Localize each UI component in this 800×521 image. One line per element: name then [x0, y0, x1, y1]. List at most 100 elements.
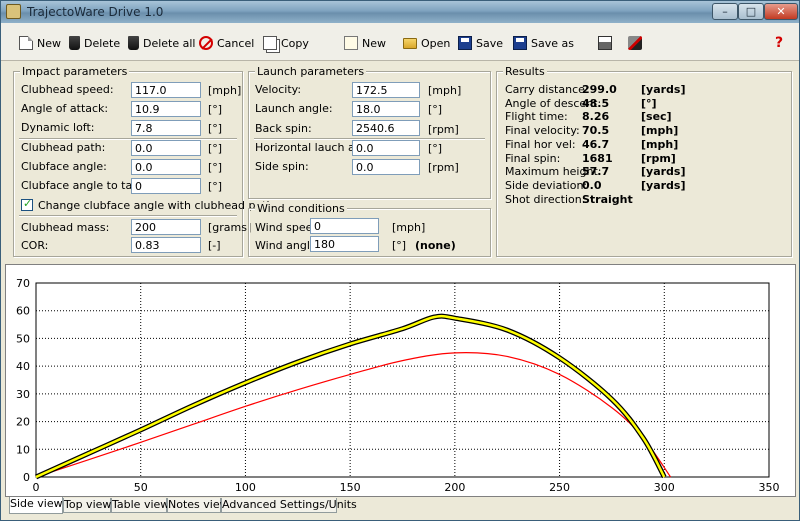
result-key: Side deviation:	[505, 178, 588, 192]
clubface-angle-label: Clubface angle:	[21, 160, 107, 173]
open-button[interactable]: Open	[403, 35, 450, 51]
launch-parameters-title: Launch parameters	[255, 65, 367, 78]
side-spin-field[interactable]	[352, 159, 420, 175]
wind-speed-unit: [mph]	[392, 221, 426, 234]
change-clubface-checkbox[interactable]	[21, 197, 33, 211]
copy-button[interactable]: Copy	[263, 35, 309, 51]
velocity-unit: [mph]	[428, 84, 462, 97]
result-unit: [yards]	[641, 165, 686, 179]
result-value: 48.5	[582, 96, 610, 110]
clubhead-path-label: Clubhead path:	[21, 141, 106, 154]
velocity-field[interactable]	[352, 82, 420, 98]
new-shot-label: New	[37, 36, 61, 50]
clubhead-path-unit: [°]	[208, 142, 223, 155]
clubface-angle-field[interactable]	[131, 159, 201, 175]
tab-top-view[interactable]: Top view	[63, 498, 111, 513]
open-label: Open	[421, 36, 451, 50]
impact-divider-2	[19, 215, 237, 217]
y-tick-label: 30	[16, 388, 30, 401]
result-unit: [rpm]	[641, 151, 676, 165]
delete-all-button[interactable]: Delete all	[128, 35, 196, 51]
back-spin-label: Back spin:	[255, 122, 312, 135]
x-tick-label: 200	[444, 481, 465, 494]
title-bar[interactable]: TrajectoWare Drive 1.0 – □ ✕	[1, 1, 799, 23]
wind-angle-field[interactable]	[310, 236, 379, 252]
launch-angle-field[interactable]	[352, 101, 420, 117]
print-button[interactable]	[598, 35, 616, 51]
wind-speed-field[interactable]	[310, 218, 379, 234]
new-document-icon	[19, 36, 33, 50]
clubface-target-unit: [°]	[208, 180, 223, 193]
trajectory-chart[interactable]: 0 50 100 150 200 250 300 350 0 10 20 30 40 50 60 70	[5, 264, 796, 497]
result-unit: [mph]	[641, 137, 679, 151]
copy-icon	[263, 36, 277, 50]
dynamic-loft-unit: [°]	[208, 122, 223, 135]
launch-angle-unit: [°]	[428, 103, 443, 116]
close-button[interactable]: ✕	[764, 3, 798, 20]
app-icon	[6, 4, 21, 19]
result-key: Shot direction:	[505, 192, 586, 206]
x-tick-label: 100	[235, 481, 256, 494]
clubhead-path-field[interactable]	[131, 140, 201, 156]
tab-side-view[interactable]: Side view	[9, 497, 63, 514]
delete-button[interactable]: Delete	[69, 35, 120, 51]
maximize-button[interactable]: □	[738, 3, 764, 20]
result-unit: [sec]	[641, 110, 672, 124]
y-tick-label: 10	[16, 443, 30, 456]
angle-of-attack-field[interactable]	[131, 101, 201, 117]
side-spin-unit: [rpm]	[428, 161, 459, 174]
horizontal-launch-angle-field[interactable]	[352, 140, 420, 156]
x-tick-label: 50	[134, 481, 148, 494]
result-value: 57.7	[582, 165, 610, 179]
result-value: 1681	[582, 151, 613, 165]
clubhead-mass-unit: [grams]	[208, 221, 252, 234]
wind-direction-desc: (none)	[415, 239, 456, 252]
save-icon	[458, 36, 472, 50]
save-label: Save	[476, 36, 504, 50]
y-tick-label: 70	[16, 277, 30, 290]
back-spin-field[interactable]	[352, 120, 420, 136]
result-key: Final hor vel:	[505, 137, 576, 151]
clubface-target-field[interactable]	[131, 178, 201, 194]
horizontal-launch-angle-unit: [°]	[428, 142, 443, 155]
new-shot-button[interactable]: New	[19, 35, 61, 51]
tab-table-view[interactable]: Table view	[111, 498, 169, 513]
save-button[interactable]: Save	[458, 35, 503, 51]
clubhead-mass-field[interactable]	[131, 219, 201, 235]
folder-open-icon	[403, 37, 417, 49]
change-clubface-label: Change clubface angle with clubhead path	[38, 199, 274, 212]
result-unit: [yards]	[641, 178, 686, 192]
cancel-button[interactable]: Cancel	[199, 35, 254, 51]
wind-angle-unit: [°]	[392, 239, 407, 252]
help-button[interactable]: ?	[772, 35, 790, 51]
clubface-angle-unit: [°]	[208, 161, 223, 174]
dynamic-loft-field[interactable]	[131, 120, 201, 136]
new-file-button[interactable]: New	[344, 35, 386, 51]
result-value: 46.7	[582, 137, 610, 151]
angle-of-attack-unit: [°]	[208, 103, 223, 116]
impact-divider-1	[19, 138, 237, 140]
help-icon: ?	[774, 35, 784, 51]
cancel-icon	[199, 36, 213, 50]
tab-notes-view[interactable]: Notes view	[167, 498, 229, 513]
x-tick-label: 150	[340, 481, 361, 494]
x-tick-label: 0	[33, 481, 40, 494]
save-as-button[interactable]: Save as	[513, 35, 574, 51]
result-key: Flight time:	[505, 110, 568, 124]
clubhead-speed-field[interactable]	[131, 82, 201, 98]
result-value: 299.0	[582, 83, 617, 96]
tab-advanced-settings[interactable]: Advanced Settings/Units	[221, 498, 357, 513]
delete-all-label: Delete all	[143, 36, 196, 50]
clubhead-speed-label: Clubhead speed:	[21, 83, 114, 96]
minimize-button[interactable]: –	[712, 3, 738, 20]
toolbar: New Delete Delete all Cancel Copy New Op…	[1, 23, 799, 61]
result-value: 70.5	[582, 124, 610, 138]
results-title: Results	[503, 65, 547, 78]
settings-button[interactable]	[628, 35, 646, 51]
result-value: 0.0	[582, 178, 602, 192]
y-tick-label: 60	[16, 305, 30, 318]
y-tick-label: 20	[16, 416, 30, 429]
cancel-label: Cancel	[217, 36, 255, 50]
cor-field[interactable]	[131, 237, 201, 253]
x-tick-label: 350	[759, 481, 780, 494]
